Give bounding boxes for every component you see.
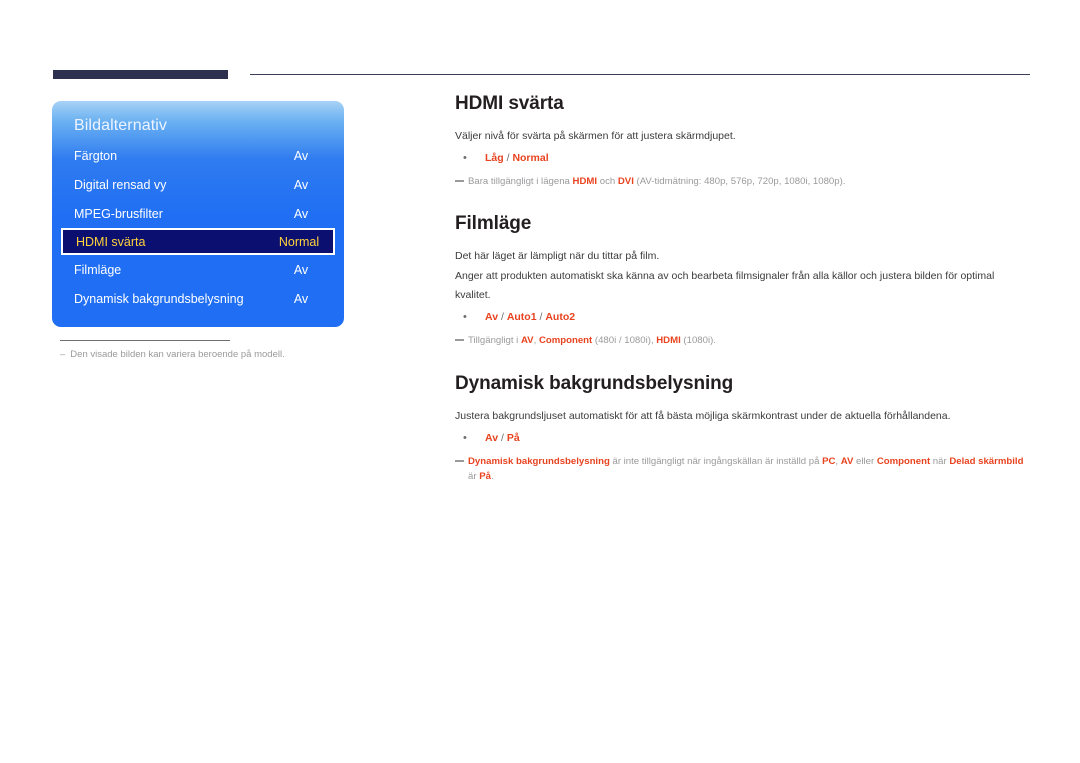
osd-row-label: MPEG-brusfilter <box>74 206 163 221</box>
option-separator: / <box>536 311 546 323</box>
note-plain: är <box>468 471 480 482</box>
section-note: Bara tillgängligt i lägena HDMI och DVI … <box>455 174 1025 189</box>
footnote-divider <box>60 340 230 341</box>
note-plain: (480i / 1080i), <box>592 335 657 346</box>
option-value: Av <box>485 311 499 323</box>
note-plain: Bara tillgängligt i lägena <box>468 176 573 187</box>
osd-row-selected[interactable]: HDMI svärta Normal <box>61 228 335 255</box>
content-section: HDMI svärta Väljer nivå för svärta på skä… <box>455 93 1025 189</box>
section-heading: Dynamisk bakgrundsbelysning <box>455 373 734 394</box>
option-value: Låg <box>485 152 504 164</box>
osd-row-label: Dynamisk bakgrundsbelysning <box>74 291 244 306</box>
osd-row-label: HDMI svärta <box>76 234 146 249</box>
bullet-dot-icon: • <box>463 311 467 323</box>
content-section: Dynamisk bakgrundsbelysning Justera bakgr… <box>455 373 1025 484</box>
note-emphasis: Component <box>876 456 931 467</box>
osd-row[interactable]: Digital rensad vy Av <box>52 170 344 199</box>
section-note: Tillgängligt i AV, Component (480i / 108… <box>455 333 1025 348</box>
option-value: Av <box>485 432 499 444</box>
section-note: Dynamisk bakgrundsbelysning är inte till… <box>455 454 1025 484</box>
note-emphasis: På <box>479 471 491 482</box>
osd-row-value: Av <box>293 148 309 163</box>
osd-row-label: Färgton <box>74 148 118 163</box>
section-paragraph: Anger att produkten automatiskt ska känn… <box>455 270 995 301</box>
osd-row-value: Av <box>293 177 309 192</box>
section-heading: HDMI svärta <box>455 93 564 114</box>
note-plain: när <box>930 456 950 467</box>
note-text: Tillgängligt i AV, Component (480i / 108… <box>468 333 1025 348</box>
osd-row-label: Filmläge <box>74 262 122 277</box>
bullet-text: Låg / Normal <box>485 149 1025 168</box>
footnote-text: – Den visade bilden kan variera beroende … <box>52 349 344 360</box>
osd-menu-title: Bildalternativ <box>74 117 168 134</box>
image-footnote: – Den visade bilden kan variera beroende … <box>52 340 344 360</box>
note-plain: är inte tillgängligt när ingångskällan ä… <box>609 456 823 467</box>
note-emphasis: Delad skärmbild <box>949 456 1024 467</box>
section-heading: Filmläge <box>455 213 532 234</box>
osd-row-value: Av <box>293 291 309 306</box>
section-paragraph: Väljer nivå för svärta på skärmen för at… <box>455 130 736 142</box>
option-value: Auto2 <box>545 311 576 323</box>
note-emphasis: AV <box>840 456 854 467</box>
footnote-label: Den visade bilden kan variera beroende p… <box>70 349 285 360</box>
option-value: Normal <box>512 152 549 164</box>
osd-row-value: Av <box>293 262 309 277</box>
page-header <box>0 68 1080 82</box>
note-plain: Tillgängligt i <box>468 335 521 346</box>
note-dash-icon <box>455 180 464 182</box>
note-plain: eller <box>853 456 877 467</box>
note-dash-icon <box>455 339 464 341</box>
option-bullet: • Av / Auto1 / Auto2 <box>455 308 1025 327</box>
left-column: Bildalternativ Färgton Av Digital rensad v… <box>52 101 344 360</box>
osd-row-value: Av <box>293 206 309 221</box>
note-text: Dynamisk bakgrundsbelysning är inte till… <box>468 454 1025 484</box>
bullet-dot-icon: • <box>463 152 467 164</box>
section-paragraph: Justera bakgrundsljuset automatiskt för … <box>455 410 951 422</box>
note-emphasis: HDMI <box>656 335 681 346</box>
section-paragraph: Det här läget är lämpligt när du tittar … <box>455 250 660 262</box>
osd-row[interactable]: Filmläge Av <box>52 255 344 284</box>
header-thick-rule <box>53 70 228 79</box>
note-text: Bara tillgängligt i lägena HDMI och DVI … <box>468 174 1025 189</box>
bullet-text: Av / På <box>485 429 1025 448</box>
osd-row[interactable]: Dynamisk bakgrundsbelysning Av <box>52 284 344 313</box>
note-plain: (1080i). <box>680 335 716 346</box>
note-plain: (AV-tidmätning: 480p, 576p, 720p, 1080i,… <box>633 176 846 187</box>
bullet-text: Av / Auto1 / Auto2 <box>485 308 1025 327</box>
option-value: Auto1 <box>506 311 537 323</box>
option-bullet: • Av / På <box>455 429 1025 448</box>
option-separator: / <box>498 432 507 444</box>
note-emphasis: Component <box>538 335 593 346</box>
note-emphasis: DVI <box>617 176 634 187</box>
option-bullet: • Låg / Normal <box>455 149 1025 168</box>
osd-menu-list: Färgton Av Digital rensad vy Av MPEG-brusfil… <box>52 141 344 313</box>
osd-row-label: Digital rensad vy <box>74 177 167 192</box>
bullet-dot-icon: • <box>463 432 467 444</box>
osd-row-value: Normal <box>278 234 320 249</box>
osd-row[interactable]: Färgton Av <box>52 141 344 170</box>
osd-menu-panel: Bildalternativ Färgton Av Digital rensad v… <box>52 101 344 327</box>
option-separator: / <box>498 311 507 323</box>
content-section: Filmläge Det här läget är lämpligt när du… <box>455 213 1025 348</box>
note-emphasis: Dynamisk bakgrundsbelysning <box>468 456 610 467</box>
header-thin-rule <box>250 74 1030 75</box>
note-dash-icon <box>455 460 464 462</box>
note-plain: . <box>490 471 494 482</box>
option-value: På <box>506 432 520 444</box>
osd-row[interactable]: MPEG-brusfilter Av <box>52 199 344 228</box>
note-emphasis: AV <box>520 335 534 346</box>
note-emphasis: PC <box>822 456 836 467</box>
note-plain: och <box>597 176 618 187</box>
note-emphasis: HDMI <box>572 176 598 187</box>
content-column: HDMI svärta Väljer nivå för svärta på skä… <box>455 93 1025 486</box>
footnote-dash: – <box>60 349 66 360</box>
